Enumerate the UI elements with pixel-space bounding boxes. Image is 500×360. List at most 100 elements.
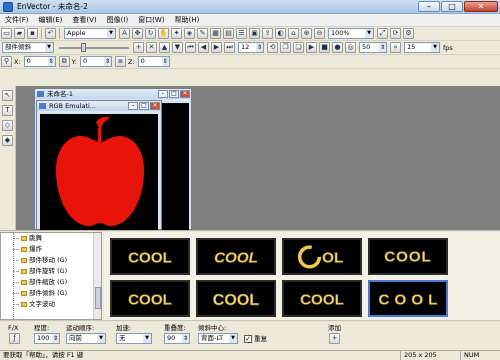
prev-icon[interactable]: ◀ xyxy=(198,42,209,53)
x-input[interactable]: 0 xyxy=(23,56,56,67)
tree-item[interactable]: 文字波动 xyxy=(1,299,101,310)
accel-label: 加速: xyxy=(116,324,132,332)
text-tool-icon[interactable]: T xyxy=(2,105,13,116)
preview-icon[interactable]: ◐ xyxy=(275,28,286,39)
y-input[interactable]: 0 xyxy=(79,56,112,67)
preview-close-button[interactable]: ✕ xyxy=(150,102,160,110)
pointer-tool-icon[interactable]: ↖ xyxy=(2,90,13,101)
zoom-select[interactable]: 100% xyxy=(328,28,374,39)
node-edit-icon[interactable]: ✦ xyxy=(171,28,182,39)
tree-scrollbar[interactable] xyxy=(93,233,101,319)
copy-frame-icon[interactable]: ❐ xyxy=(280,42,291,53)
fit-icon[interactable]: ⤢ xyxy=(377,28,388,39)
frame-input[interactable]: 12 xyxy=(238,42,264,53)
color-tool-icon[interactable]: ◆ xyxy=(2,135,13,146)
effect-tile[interactable]: COOL xyxy=(196,238,276,275)
layers-icon[interactable]: ▤ xyxy=(223,28,234,39)
frame-icon[interactable]: ▣ xyxy=(249,28,260,39)
menu-edit[interactable]: 编辑(E) xyxy=(34,15,68,25)
color-picker-icon[interactable]: ✎ xyxy=(197,28,208,39)
move-icon[interactable]: ✥ xyxy=(132,28,143,39)
order-select[interactable]: 向前 xyxy=(66,333,106,344)
effect-tile[interactable]: OL xyxy=(282,238,362,275)
fps-select[interactable]: 15 xyxy=(404,42,440,53)
open-folder-icon[interactable]: ▰ xyxy=(14,28,25,39)
grid-icon[interactable]: ▦ xyxy=(210,28,221,39)
effect-tile[interactable]: COOL xyxy=(196,280,276,317)
effect-tile-selected[interactable]: COOL xyxy=(368,280,448,317)
speed-icon[interactable]: » xyxy=(390,42,401,53)
preview-maximize-button[interactable]: □ xyxy=(139,102,149,110)
menu-help[interactable]: 帮助(H) xyxy=(170,15,205,25)
add-icon[interactable]: + xyxy=(133,42,144,53)
doc-close-button[interactable]: ✕ xyxy=(180,90,190,98)
text-tool-icon[interactable]: A xyxy=(119,28,130,39)
tree-item[interactable]: 部件旋转 (G) xyxy=(1,266,101,277)
close-button[interactable]: ✕ xyxy=(464,1,498,12)
doc-maximize-button[interactable]: □ xyxy=(169,90,179,98)
effect-tile[interactable]: COOL xyxy=(368,238,448,275)
degree-input[interactable]: 100 xyxy=(34,333,60,344)
undo-icon[interactable]: ↶ xyxy=(45,28,56,39)
center-select[interactable]: 背面-LT xyxy=(198,333,238,344)
preview-minimize-button[interactable]: – xyxy=(128,102,138,110)
repeat-checkbox[interactable]: ✓ xyxy=(244,335,252,343)
accel-select[interactable]: 无 xyxy=(116,333,152,344)
preview-canvas[interactable] xyxy=(40,114,158,231)
menu-image[interactable]: 图像(I) xyxy=(102,15,134,25)
effects-panel: 跳舞 爆炸 部件移动 (G) 部件旋转 (G) 部件缩放 (G) 部件倾斜 (G… xyxy=(0,230,500,320)
lock-ratio-icon[interactable]: ⧈ xyxy=(114,56,126,67)
loop-icon[interactable]: ⟲ xyxy=(267,42,278,53)
settings-icon[interactable]: ⚙ xyxy=(403,28,414,39)
effect-slider[interactable] xyxy=(59,42,129,53)
minimize-button[interactable]: – xyxy=(418,1,440,12)
tree-item[interactable]: 跳舞 xyxy=(1,233,101,244)
doc-minimize-button[interactable]: – xyxy=(158,90,168,98)
menu-window[interactable]: 窗口(W) xyxy=(133,15,169,25)
tree-item[interactable]: 部件移动 (G) xyxy=(1,255,101,266)
magnify-icon[interactable]: ⊕ xyxy=(301,28,312,39)
overlap-input[interactable]: 90 xyxy=(164,333,190,344)
record-icon[interactable]: ● xyxy=(332,42,343,53)
down-icon[interactable]: ▼ xyxy=(172,42,183,53)
shape-tool-icon[interactable]: ◇ xyxy=(2,120,13,131)
up-icon[interactable]: ▲ xyxy=(159,42,170,53)
export-icon[interactable]: ⇪ xyxy=(262,28,273,39)
effect-tile[interactable]: COOL xyxy=(110,280,190,317)
tree-item[interactable]: 部件倾斜 (G) xyxy=(1,288,101,299)
link-icon[interactable]: ⧉ xyxy=(58,56,70,67)
menu-view[interactable]: 查看(V) xyxy=(67,15,101,25)
effect-tile[interactable]: COOL xyxy=(110,238,190,275)
effect-tile[interactable]: COOL xyxy=(282,280,362,317)
play-icon[interactable]: ▶ xyxy=(306,42,317,53)
save-icon[interactable]: ▪ xyxy=(27,28,38,39)
add-effect-icon[interactable]: + xyxy=(329,333,340,344)
transform-icon[interactable]: ⚲ xyxy=(1,56,12,67)
value-input[interactable]: 50 xyxy=(359,42,387,53)
fill-icon[interactable]: ◈ xyxy=(184,28,195,39)
effect-mode-select[interactable]: 部件倾斜 xyxy=(2,42,54,53)
align-icon[interactable]: ☰ xyxy=(236,28,247,39)
next-icon[interactable]: ▶ xyxy=(211,42,222,53)
fx-icon[interactable]: ƒ xyxy=(9,333,20,344)
app-icon xyxy=(3,1,13,12)
onion-skin-icon[interactable]: ◎ xyxy=(345,42,356,53)
maximize-button[interactable]: □ xyxy=(441,1,463,12)
lock-icon[interactable]: ⌂ xyxy=(288,28,299,39)
menu-file[interactable]: 文件(F) xyxy=(0,15,34,25)
refresh-icon[interactable]: ⟳ xyxy=(390,28,401,39)
z-input[interactable]: 0 xyxy=(137,56,170,67)
tree-item[interactable]: 部件缩放 (G) xyxy=(1,277,101,288)
font-select[interactable]: Apple xyxy=(64,28,116,39)
hand-icon[interactable]: ✋ xyxy=(158,28,169,39)
stop-icon[interactable]: ■ xyxy=(319,42,330,53)
last-frame-icon[interactable]: ⏭ xyxy=(224,42,235,53)
zoom-out-icon[interactable]: ⊖ xyxy=(314,28,325,39)
rgb-emulation-window[interactable]: RGB Emulati... – □ ✕ xyxy=(36,100,162,231)
new-file-icon[interactable]: ▭ xyxy=(1,28,12,39)
rotate-icon[interactable]: ↻ xyxy=(145,28,156,39)
first-frame-icon[interactable]: ⏮ xyxy=(185,42,196,53)
paste-frame-icon[interactable]: ❏ xyxy=(293,42,304,53)
remove-icon[interactable]: ✕ xyxy=(146,42,157,53)
tree-item[interactable]: 爆炸 xyxy=(1,244,101,255)
